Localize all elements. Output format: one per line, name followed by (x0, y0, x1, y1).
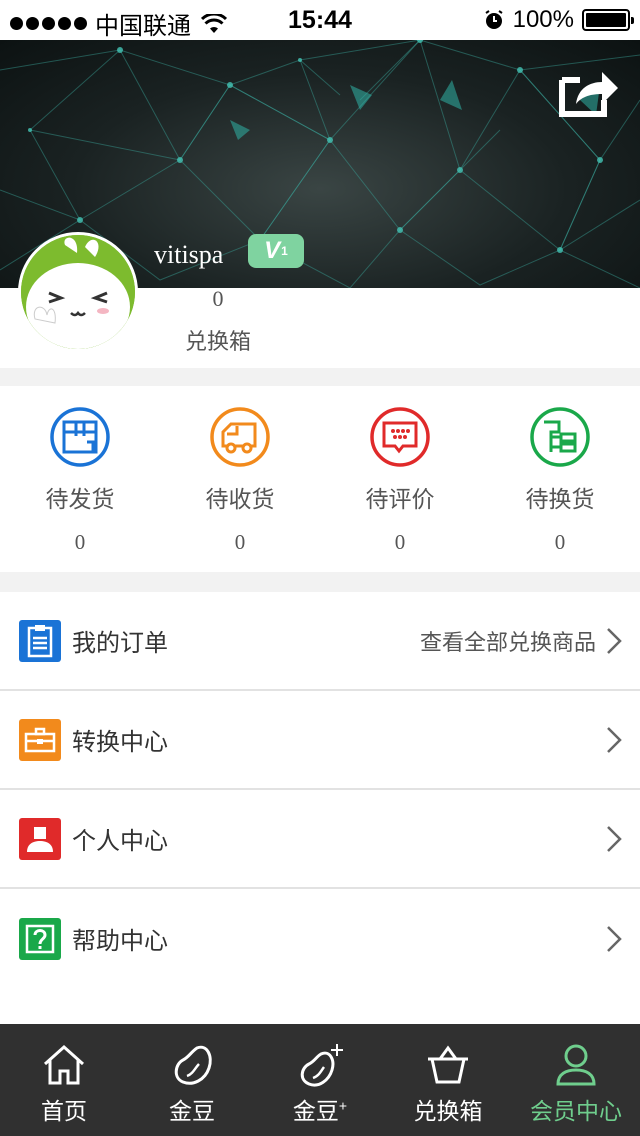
bottom-tab-bar: 首页 金豆 金豆+ 兑换箱 会员中心 (0, 1024, 640, 1136)
vip-level-text: V (264, 237, 281, 264)
user-icon (556, 1044, 596, 1086)
status-count: 0 (74, 530, 86, 554)
comment-icon (370, 407, 430, 467)
username: vitispa (154, 240, 224, 269)
tab-label: 兑换箱 (413, 1098, 483, 1124)
package-icon (50, 407, 110, 467)
status-pending-exchange[interactable]: 待换货 0 (480, 386, 640, 572)
clipboard-icon (19, 619, 61, 662)
alarm-icon (485, 10, 503, 29)
menu-label: 个人中心 (72, 828, 168, 855)
rabbit-avatar-icon (21, 235, 135, 349)
status-label: 待收货 (205, 486, 275, 512)
status-pending-receipt[interactable]: 待收货 0 (160, 386, 320, 572)
tab-gold-beans[interactable]: 金豆 (128, 1024, 256, 1136)
tab-label: 金豆 (169, 1098, 215, 1124)
chevron-right-icon (607, 925, 622, 952)
status-label: 待换货 (525, 486, 595, 512)
tab-label: 首页 (41, 1098, 87, 1124)
briefcase-icon (19, 718, 61, 761)
status-pending-review[interactable]: 待评价 0 (320, 386, 480, 572)
vip-level-number: 1 (281, 244, 288, 258)
status-label: 待发货 (45, 486, 115, 512)
tab-label: 会员中心 (530, 1098, 622, 1124)
battery-icon (582, 9, 634, 31)
bean-icon (174, 1045, 212, 1085)
menu-item-help-center[interactable]: 帮助中心 (0, 889, 640, 988)
truck-icon (210, 407, 270, 467)
tab-gold-beans-plus[interactable]: 金豆+ (256, 1024, 384, 1136)
status-pending-shipment[interactable]: 待发货 0 (0, 386, 160, 572)
chevron-right-icon (607, 627, 622, 654)
tab-label-superscript: + (338, 1097, 348, 1114)
battery-percent: 100% (512, 6, 574, 33)
tab-home[interactable]: 首页 (0, 1024, 128, 1136)
basket-icon (428, 1045, 468, 1084)
view-all-exchange-items-link[interactable]: 查看全部兑换商品 (420, 625, 596, 657)
menu-label: 帮助中心 (72, 928, 168, 955)
menu-list: 我的订单 查看全部兑换商品 转换中心 个人中心 帮助中心 (0, 592, 640, 1024)
menu-item-personal-center[interactable]: 个人中心 (0, 790, 640, 889)
exchange-icon (530, 407, 590, 467)
tab-member-center[interactable]: 会员中心 (512, 1024, 640, 1136)
status-bar: 中国联通 15:44 100% (0, 0, 640, 40)
menu-label: 我的订单 (72, 630, 168, 657)
status-count: 0 (554, 530, 566, 554)
share-icon[interactable] (558, 66, 620, 118)
person-icon (19, 817, 61, 860)
chevron-right-icon (607, 726, 622, 753)
status-label: 待评价 (365, 486, 435, 512)
exchange-box-count[interactable]: 0 (178, 286, 258, 312)
tab-label: 金豆 (292, 1098, 339, 1124)
avatar[interactable] (18, 232, 138, 352)
menu-label: 转换中心 (72, 729, 168, 756)
status-count: 0 (234, 530, 246, 554)
vip-level-badge: V1 (248, 234, 304, 268)
tab-exchange-box[interactable]: 兑换箱 (384, 1024, 512, 1136)
help-icon (19, 917, 61, 960)
exchange-box-label[interactable]: 兑换箱 (168, 324, 268, 356)
chevron-right-icon (607, 825, 622, 852)
order-status-row: 待发货 0 待收货 0 待评价 0 待换货 0 (0, 386, 640, 572)
bean-plus-icon (300, 1044, 343, 1087)
menu-item-conversion-center[interactable]: 转换中心 (0, 691, 640, 790)
status-count: 0 (394, 530, 406, 554)
menu-item-my-orders[interactable]: 我的订单 查看全部兑换商品 (0, 592, 640, 691)
home-icon (43, 1044, 85, 1085)
